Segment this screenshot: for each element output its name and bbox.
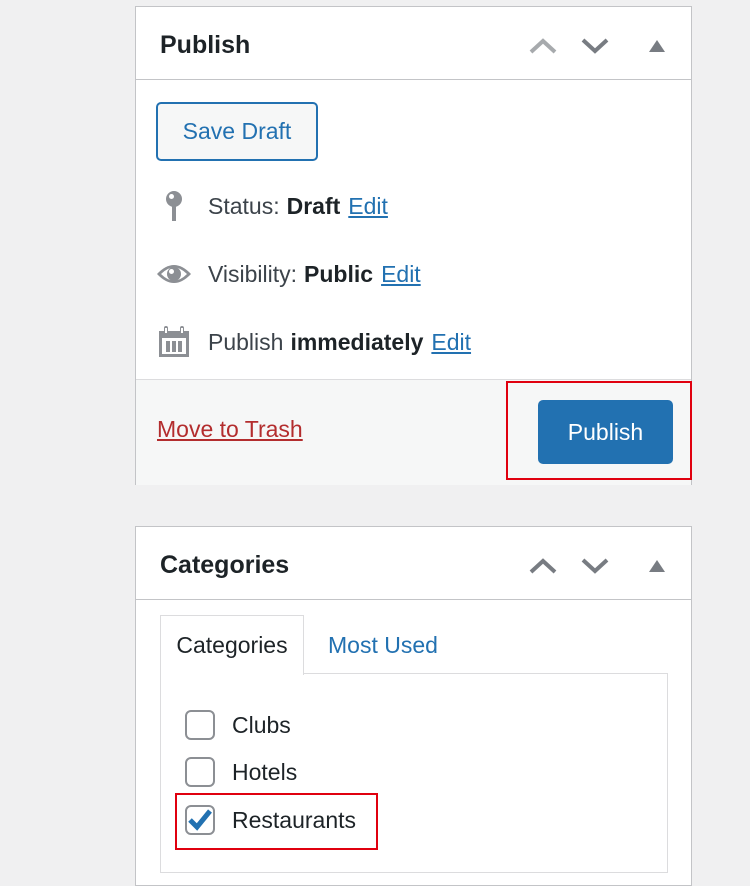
publish-metabox-title: Publish <box>160 31 251 59</box>
edit-schedule-link[interactable]: Edit <box>431 329 471 356</box>
visibility-label: Visibility: <box>208 260 298 287</box>
toggle-panel-button[interactable] <box>640 549 674 583</box>
schedule-row: Publish immediately Edit <box>156 322 471 362</box>
categories-metabox: Categories Categories Most Used Clubs Ho… <box>135 526 692 886</box>
calendar-icon <box>156 326 192 358</box>
category-item[interactable]: Hotels <box>185 754 297 790</box>
edit-status-link[interactable]: Edit <box>348 193 388 220</box>
category-item[interactable]: Clubs <box>185 707 291 743</box>
chevron-up-icon <box>529 558 557 574</box>
triangle-up-icon <box>649 40 665 52</box>
chevron-up-icon <box>529 38 557 54</box>
pin-icon <box>156 190 192 222</box>
move-up-button[interactable] <box>526 549 560 583</box>
move-down-button[interactable] <box>578 549 612 583</box>
category-label: Clubs <box>232 711 291 738</box>
category-label: Hotels <box>232 758 298 785</box>
move-to-trash-link[interactable]: Move to Trash <box>157 416 303 443</box>
category-checkbox[interactable] <box>185 710 215 740</box>
eye-icon <box>156 262 192 286</box>
categories-checklist: Clubs Hotels Restaurants <box>160 673 668 873</box>
chevron-down-icon <box>581 558 609 574</box>
visibility-value: Public <box>304 260 374 287</box>
publishing-actions: Move to Trash Publish <box>136 379 691 485</box>
publish-button[interactable]: Publish <box>538 400 673 464</box>
toggle-panel-button[interactable] <box>640 29 674 63</box>
tab-all-categories[interactable]: Categories <box>160 615 304 675</box>
tab-most-used[interactable]: Most Used <box>328 615 438 675</box>
schedule-label: Publish <box>208 328 284 355</box>
chevron-down-icon <box>581 38 609 54</box>
category-checkbox[interactable] <box>185 757 215 787</box>
publish-metabox-header: Publish <box>136 7 691 80</box>
move-down-button[interactable] <box>578 29 612 63</box>
checkmark-icon <box>188 809 212 831</box>
category-checkbox-checked[interactable] <box>185 805 215 835</box>
status-row: Status: Draft Edit <box>156 186 388 226</box>
categories-metabox-header: Categories <box>136 527 691 600</box>
visibility-row: Visibility: Public Edit <box>156 254 421 294</box>
publish-metabox-body: Save Draft Status: Draft Edit Visibility… <box>136 80 691 380</box>
schedule-value: immediately <box>290 328 424 355</box>
save-draft-button[interactable]: Save Draft <box>156 102 318 161</box>
triangle-up-icon <box>649 560 665 572</box>
publish-metabox: Publish Save Draft Status: Draft Edit Vi… <box>135 6 692 485</box>
categories-metabox-title: Categories <box>160 551 290 579</box>
edit-visibility-link[interactable]: Edit <box>381 261 421 288</box>
status-value: Draft <box>286 192 341 219</box>
category-item[interactable]: Restaurants <box>185 802 356 838</box>
move-up-button[interactable] <box>526 29 560 63</box>
category-label: Restaurants <box>232 806 357 833</box>
status-label: Status: <box>208 192 280 219</box>
